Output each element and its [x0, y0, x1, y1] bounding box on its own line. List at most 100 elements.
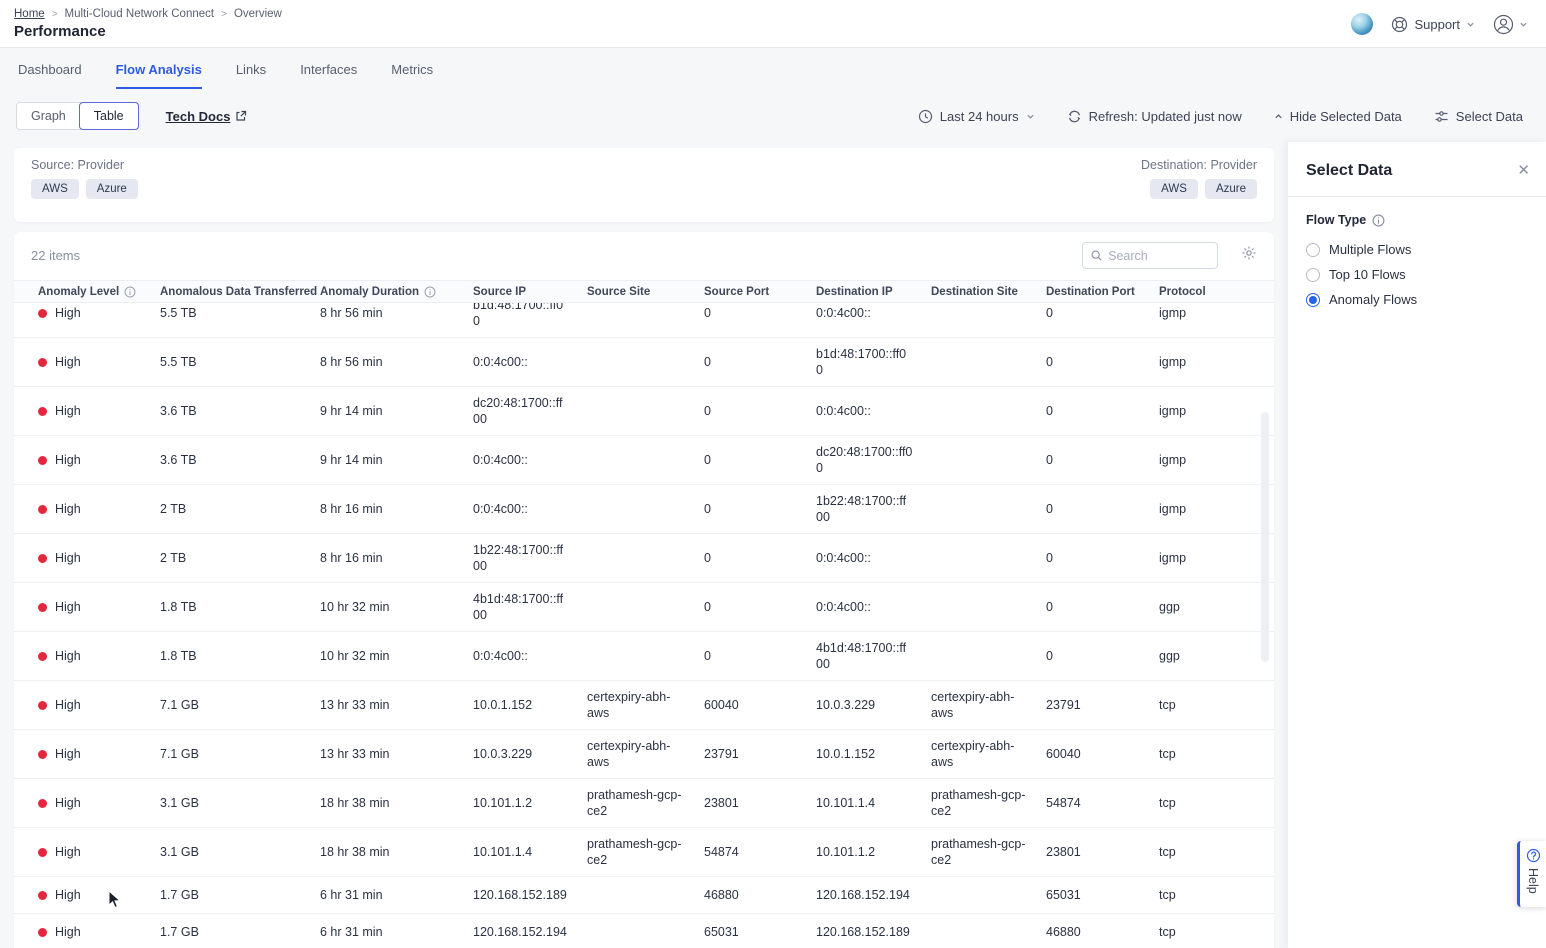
cell-source-site: prathamesh-gcp-ce2 [579, 828, 696, 876]
cell-anomaly-level: High [30, 738, 152, 770]
flow-type-option-multiple-flows[interactable]: Multiple Flows [1306, 242, 1528, 257]
cell-source-port: 46880 [696, 879, 808, 911]
help-tab[interactable]: Help [1517, 841, 1546, 907]
cell-source-site: certexpiry-abh-aws [579, 681, 696, 729]
cell-source-site [579, 403, 696, 419]
chevron-up-icon [1274, 112, 1283, 121]
cell-duration: 10 hr 32 min [312, 640, 465, 672]
cell-destination-ip: 120.168.152.189 [808, 916, 923, 948]
cell-destination-ip: 0:0:4c00:: [808, 395, 923, 427]
anomaly-level-dot [38, 309, 47, 318]
breadcrumb-item[interactable]: Multi-Cloud Network Connect [65, 8, 215, 20]
time-range-dropdown[interactable]: Last 24 hours [918, 109, 1035, 124]
tab-links[interactable]: Links [236, 62, 266, 89]
cell-destination-port: 46880 [1038, 916, 1151, 948]
radio-button[interactable] [1306, 243, 1320, 257]
cell-destination-ip: 0:0:4c00:: [808, 542, 923, 574]
table-row: High1.8 TB10 hr 32 min4b1d:48:1700::ff00… [14, 583, 1274, 632]
anomaly-level-dot [38, 848, 47, 857]
cell-destination-site [923, 648, 1038, 664]
refresh-icon [1067, 109, 1082, 124]
cell-source-port: 0 [696, 640, 808, 672]
avatar-icon [1493, 14, 1514, 35]
search-input[interactable] [1108, 249, 1209, 263]
table-scrollbar[interactable] [1261, 412, 1269, 662]
tab-flow-analysis[interactable]: Flow Analysis [116, 62, 202, 89]
cell-source-port: 0 [696, 444, 808, 476]
table-row: High3.6 TB9 hr 14 min0:0:4c00::0dc20:48:… [14, 436, 1274, 485]
app-root: Home>Multi-Cloud Network Connect>Overvie… [0, 0, 1546, 948]
cell-anomaly-level: High [30, 493, 152, 525]
cell-data-transferred: 3.1 GB [152, 787, 312, 819]
hide-selected-data-button[interactable]: Hide Selected Data [1274, 109, 1402, 124]
cell-destination-ip: 1b22:48:1700::ff00 [808, 485, 923, 533]
cell-destination-site: certexpiry-abh-aws [923, 730, 1038, 778]
flow-table-card: 22 items Anomaly LevelAnomalous Data Tra… [14, 232, 1274, 948]
tab-metrics[interactable]: Metrics [391, 62, 433, 89]
table-view-button[interactable]: Table [79, 102, 139, 130]
refresh-button[interactable]: Refresh: Updated just now [1067, 109, 1242, 124]
cell-anomaly-level: High [30, 303, 152, 329]
chevron-down-icon [1466, 20, 1475, 29]
cell-destination-ip: 4b1d:48:1700::ff00 [808, 632, 923, 680]
cell-source-ip: 10.101.1.4 [465, 836, 579, 868]
cell-duration: 6 hr 31 min [312, 916, 465, 948]
info-icon[interactable] [124, 286, 136, 298]
anomaly-level-dot [38, 358, 47, 367]
flow-type-option-top-10-flows[interactable]: Top 10 Flows [1306, 267, 1528, 282]
info-icon[interactable] [424, 286, 436, 298]
cell-destination-site [923, 924, 1038, 940]
cell-source-site: certexpiry-abh-aws [579, 730, 696, 778]
breadcrumb-item[interactable]: Home [14, 8, 45, 20]
cell-destination-port: 0 [1038, 346, 1151, 378]
close-icon[interactable]: ✕ [1517, 161, 1530, 179]
column-header-anomaly-duration: Anomaly Duration [312, 286, 465, 298]
support-menu[interactable]: Support [1391, 16, 1475, 33]
cell-destination-site [923, 354, 1038, 370]
info-icon[interactable] [1372, 214, 1385, 227]
table-settings-button[interactable] [1241, 245, 1257, 261]
cell-destination-port: 0 [1038, 395, 1151, 427]
anomaly-level-dot [38, 891, 47, 900]
anomaly-level-dot [38, 505, 47, 514]
source-provider-chip: AWS [31, 179, 79, 199]
tech-docs-link[interactable]: Tech Docs [166, 109, 248, 124]
tab-interfaces[interactable]: Interfaces [300, 62, 357, 89]
cell-destination-site [923, 452, 1038, 468]
flow-type-option-anomaly-flows[interactable]: Anomaly Flows [1306, 292, 1528, 307]
search-icon [1091, 249, 1102, 262]
tech-docs-label: Tech Docs [166, 109, 231, 124]
graph-view-button[interactable]: Graph [17, 103, 80, 129]
support-label: Support [1414, 17, 1460, 32]
breadcrumb: Home>Multi-Cloud Network Connect>Overvie… [14, 8, 282, 20]
cell-anomaly-level: High [30, 836, 152, 868]
tab-dashboard[interactable]: Dashboard [18, 62, 82, 89]
cell-protocol: ggp [1151, 640, 1258, 672]
cell-data-transferred: 2 TB [152, 542, 312, 574]
radio-button[interactable] [1306, 293, 1320, 307]
breadcrumb-item[interactable]: Overview [234, 8, 282, 20]
cell-source-port: 23801 [696, 787, 808, 819]
cell-destination-port: 60040 [1038, 738, 1151, 770]
cell-source-port: 0 [696, 493, 808, 525]
cell-source-site [579, 648, 696, 664]
cell-destination-site [923, 501, 1038, 517]
cell-anomaly-level: High [30, 346, 152, 378]
user-menu[interactable] [1493, 14, 1528, 35]
cell-source-site [579, 550, 696, 566]
table-search[interactable] [1082, 242, 1218, 269]
provider-filter-card: Source: Provider AWSAzure Destination: P… [14, 148, 1274, 222]
select-data-label: Select Data [1456, 109, 1523, 124]
select-data-button[interactable]: Select Data [1434, 109, 1523, 124]
refresh-label: Refresh: Updated just now [1089, 109, 1242, 124]
cell-destination-site: prathamesh-gcp-ce2 [923, 828, 1038, 876]
cell-duration: 10 hr 32 min [312, 591, 465, 623]
anomaly-level-dot [38, 554, 47, 563]
column-header-source-port: Source Port [696, 286, 808, 298]
external-link-icon [235, 110, 247, 122]
cell-duration: 9 hr 14 min [312, 395, 465, 427]
cell-data-transferred: 3.1 GB [152, 836, 312, 868]
radio-button[interactable] [1306, 268, 1320, 282]
chevron-down-icon [1026, 112, 1035, 121]
cell-source-site: prathamesh-gcp-ce2 [579, 779, 696, 827]
